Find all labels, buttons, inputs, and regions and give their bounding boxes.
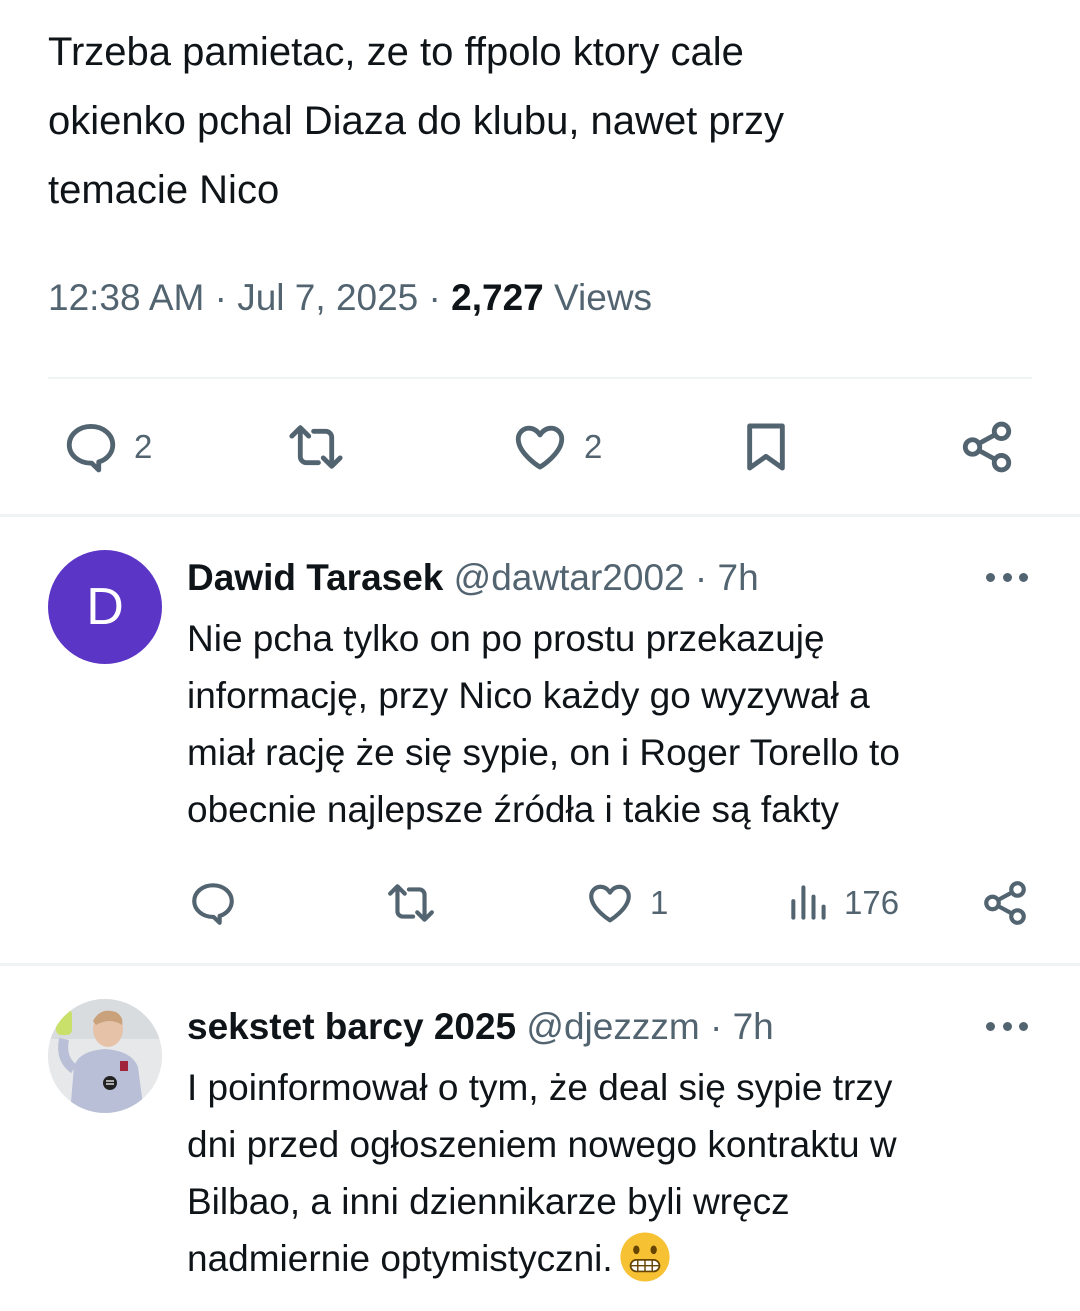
reply-header: Dawid Tarasek @dawtar2002 · 7h — [187, 552, 759, 604]
main-post-action-bar: 2 2 — [0, 412, 1080, 482]
like-button[interactable]: 1 — [584, 868, 668, 938]
heart-icon — [515, 425, 565, 470]
repost-arrows-icon — [388, 884, 434, 922]
reply-age[interactable]: 7h — [733, 1006, 774, 1047]
speech-bubble-icon — [66, 424, 116, 473]
like-button[interactable]: 2 — [510, 412, 602, 482]
avatar[interactable]: D — [48, 550, 162, 664]
author-handle[interactable]: @dawtar2002 — [454, 557, 685, 598]
grimacing-face-emoji — [620, 1232, 670, 1282]
more-dots-icon[interactable] — [986, 570, 1028, 584]
author-handle[interactable]: @djezzzm — [526, 1006, 699, 1047]
divider — [0, 514, 1080, 517]
avatar-letter: D — [86, 578, 124, 636]
share-nodes-icon — [984, 881, 1026, 925]
avatar-photo-icon — [48, 999, 162, 1113]
post-meta: 12:38 AM · Jul 7, 2025 · 2,727 Views — [48, 272, 652, 324]
share-nodes-icon — [962, 421, 1012, 473]
views-count: 2,727 — [451, 277, 544, 318]
like-count: 1 — [650, 884, 669, 921]
bookmark-button[interactable] — [738, 412, 794, 482]
views-button[interactable]: 176 — [786, 868, 899, 938]
header-separator: · — [709, 1006, 723, 1047]
repost-arrows-icon — [289, 425, 343, 469]
avatar[interactable] — [48, 999, 162, 1113]
heart-icon — [589, 884, 631, 923]
header-separator: · — [694, 557, 708, 598]
reply-header: sekstet barcy 2025 @djezzzm · 7h — [187, 1001, 774, 1053]
post-time[interactable]: 12:38 AM — [48, 277, 204, 318]
reply-text: Nie pcha tylko on po prostu przekazuję i… — [187, 618, 900, 830]
meta-separator: · — [214, 277, 227, 318]
divider — [0, 963, 1080, 966]
divider — [48, 377, 1032, 379]
views-label: Views — [554, 277, 653, 318]
reply-count: 2 — [134, 428, 153, 465]
bar-chart-icon — [791, 885, 826, 920]
bookmark-icon — [747, 423, 785, 471]
repost-button[interactable] — [284, 412, 348, 482]
more-dots-icon[interactable] — [986, 1019, 1028, 1033]
repost-button[interactable] — [384, 868, 438, 938]
author-name[interactable]: sekstet barcy 2025 — [187, 1006, 516, 1047]
speech-bubble-icon — [192, 883, 234, 925]
reply-action-bar: 1 176 — [0, 868, 1080, 938]
reply-text: I poinformował o tym, że deal się sypie … — [187, 1059, 1057, 1287]
share-button[interactable] — [958, 412, 1016, 482]
reply-button[interactable] — [188, 868, 238, 938]
post-date[interactable]: Jul 7, 2025 — [237, 277, 418, 318]
meta-separator: · — [428, 277, 441, 318]
share-button[interactable] — [980, 868, 1030, 938]
author-name[interactable]: Dawid Tarasek — [187, 557, 443, 598]
like-count: 2 — [584, 428, 603, 465]
view-count: 176 — [844, 884, 900, 921]
reply-age[interactable]: 7h — [718, 557, 759, 598]
main-post-text: Trzeba pamietac, ze to ffpolo ktory cale… — [48, 30, 784, 212]
reply-button[interactable]: 2 — [62, 412, 152, 482]
reply-text-content: I poinformował o tym, że deal się sypie … — [187, 1067, 897, 1279]
